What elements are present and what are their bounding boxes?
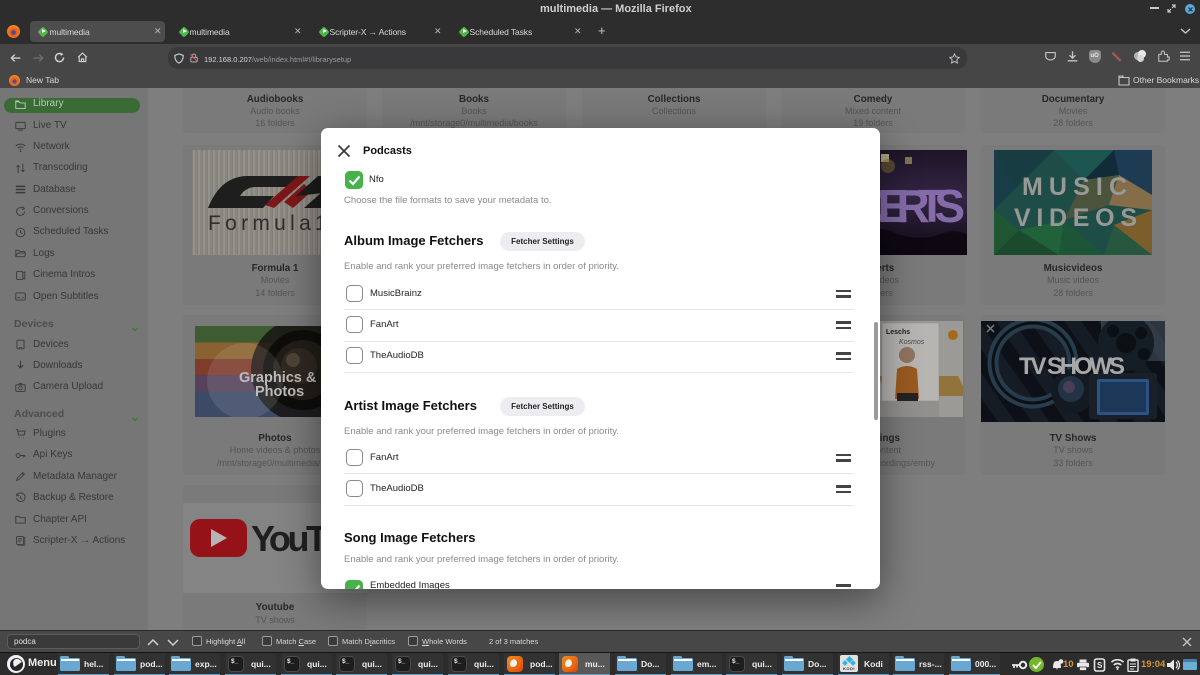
svg-text:Kosmos: Kosmos	[899, 339, 925, 346]
svg-text:TV SHOWS: TV SHOWS	[1019, 353, 1125, 380]
svg-text:S: S	[1097, 661, 1103, 670]
svg-text:Photos: Photos	[255, 384, 304, 400]
svg-text:Leschs: Leschs	[886, 329, 910, 336]
